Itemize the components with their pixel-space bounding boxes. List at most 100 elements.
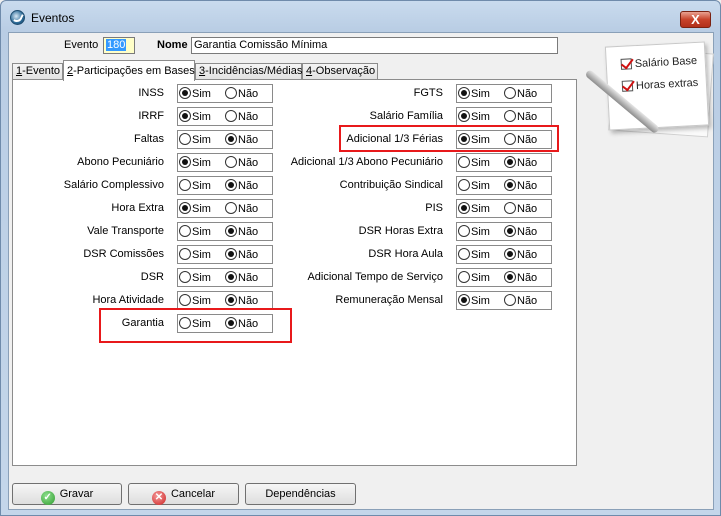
radio-selected-icon: [179, 202, 191, 214]
radio-nao-garantia[interactable]: Não: [225, 317, 258, 331]
radio-sim-faltas[interactable]: Sim: [179, 133, 211, 147]
row-label-remuneracao-mensal: Remuneração Mensal: [335, 294, 443, 306]
radio-unselected-icon: [458, 271, 470, 283]
radio-nao-salario-familia[interactable]: Não: [504, 110, 537, 124]
radio-selected-icon: [458, 110, 470, 122]
radio-sim-dsr[interactable]: Sim: [179, 271, 211, 285]
radio-unselected-icon: [179, 248, 191, 260]
evento-code-field[interactable]: 180: [103, 37, 135, 54]
radio-selected-icon: [225, 294, 237, 306]
radio-unselected-icon: [458, 156, 470, 168]
close-button[interactable]: X: [680, 11, 711, 28]
radio-group-contribuicao-sindical: Sim Não: [456, 176, 552, 195]
notepad-illustration: Salário Base Horas extras: [584, 38, 714, 158]
cancelar-button[interactable]: ✕ Cancelar: [128, 483, 239, 505]
radio-group-dsr-hora-aula: Sim Não: [456, 245, 552, 264]
radio-sim-contribuicao-sindical[interactable]: Sim: [458, 179, 490, 193]
radio-sim-inss[interactable]: Sim: [179, 87, 211, 101]
radio-nao-fgts[interactable]: Não: [504, 87, 537, 101]
radio-unselected-icon: [504, 110, 516, 122]
radio-group-salario-complessivo: Sim Não: [177, 176, 273, 195]
radio-nao-adicional-tempo-de-servico[interactable]: Não: [504, 271, 537, 285]
radio-nao-vale-transporte[interactable]: Não: [225, 225, 258, 239]
radio-nao-hora-atividade[interactable]: Não: [225, 294, 258, 308]
radio-selected-icon: [504, 248, 516, 260]
radio-unselected-icon: [179, 133, 191, 145]
nome-field[interactable]: Garantia Comissão Mínima: [191, 37, 558, 54]
radio-group-pis: Sim Não: [456, 199, 552, 218]
radio-selected-icon: [179, 87, 191, 99]
radio-sim-hora-extra[interactable]: Sim: [179, 202, 211, 216]
radio-unselected-icon: [179, 179, 191, 191]
radio-sim-dsr-hora-aula[interactable]: Sim: [458, 248, 490, 262]
radio-sim-remuneracao-mensal[interactable]: Sim: [458, 294, 490, 308]
radio-unselected-icon: [458, 179, 470, 191]
tab-observacao[interactable]: 4-Observação: [302, 63, 378, 80]
radio-group-salario-familia: Sim Não: [456, 107, 552, 126]
radio-group-adicional-1-3-abono-pecuniario: Sim Não: [456, 153, 552, 172]
tab-evento[interactable]: 1-Evento: [12, 63, 63, 80]
row-label-contribuicao-sindical: Contribuição Sindical: [339, 179, 443, 191]
deco-item-salario: Salário Base: [620, 55, 697, 71]
radio-sim-salario-complessivo[interactable]: Sim: [179, 179, 211, 193]
row-label-adicional-tempo-de-servico: Adicional Tempo de Serviço: [307, 271, 443, 283]
radio-sim-garantia[interactable]: Sim: [179, 317, 211, 331]
radio-nao-abono-pecuniario[interactable]: Não: [225, 156, 258, 170]
radio-sim-abono-pecuniario[interactable]: Sim: [179, 156, 211, 170]
radio-selected-icon: [458, 133, 470, 145]
dependencias-button[interactable]: Dependências: [245, 483, 356, 505]
window-title: Eventos: [31, 11, 75, 25]
radio-nao-dsr-horas-extra[interactable]: Não: [504, 225, 537, 239]
radio-unselected-icon: [504, 87, 516, 99]
radio-sim-dsr-comissoes[interactable]: Sim: [179, 248, 211, 262]
radio-nao-salario-complessivo[interactable]: Não: [225, 179, 258, 193]
nome-label: Nome: [157, 39, 188, 51]
radio-nao-adicional-1-3-ferias[interactable]: Não: [504, 133, 537, 147]
radio-nao-inss[interactable]: Não: [225, 87, 258, 101]
radio-nao-irrf[interactable]: Não: [225, 110, 258, 124]
radio-nao-adicional-1-3-abono-pecuniario[interactable]: Não: [504, 156, 537, 170]
radio-nao-faltas[interactable]: Não: [225, 133, 258, 147]
radio-sim-irrf[interactable]: Sim: [179, 110, 211, 124]
gravar-button[interactable]: ✓ Gravar: [12, 483, 122, 505]
radio-sim-salario-familia[interactable]: Sim: [458, 110, 490, 124]
radio-nao-hora-extra[interactable]: Não: [225, 202, 258, 216]
radio-group-abono-pecuniario: Sim Não: [177, 153, 273, 172]
radio-sim-fgts[interactable]: Sim: [458, 87, 490, 101]
tab-participacoes[interactable]: 2-Participações em Bases: [63, 60, 195, 81]
radio-selected-icon: [225, 317, 237, 329]
radio-group-remuneracao-mensal: Sim Não: [456, 291, 552, 310]
tab-incidencias[interactable]: 3-Incidências/Médias: [195, 63, 302, 80]
checkmark-icon: [620, 58, 633, 70]
radio-unselected-icon: [179, 271, 191, 283]
radio-sim-pis[interactable]: Sim: [458, 202, 490, 216]
radio-sim-vale-transporte[interactable]: Sim: [179, 225, 211, 239]
radio-sim-adicional-tempo-de-servico[interactable]: Sim: [458, 271, 490, 285]
radio-group-faltas: Sim Não: [177, 130, 273, 149]
app-icon: [10, 10, 25, 25]
radio-nao-remuneracao-mensal[interactable]: Não: [504, 294, 537, 308]
radio-group-irrf: Sim Não: [177, 107, 273, 126]
row-label-faltas: Faltas: [134, 133, 164, 145]
radio-nao-contribuicao-sindical[interactable]: Não: [504, 179, 537, 193]
radio-sim-adicional-1-3-ferias[interactable]: Sim: [458, 133, 490, 147]
radio-nao-pis[interactable]: Não: [504, 202, 537, 216]
radio-group-garantia: Sim Não: [177, 314, 273, 333]
radio-nao-dsr[interactable]: Não: [225, 271, 258, 285]
row-label-dsr-hora-aula: DSR Hora Aula: [368, 248, 443, 260]
radio-nao-dsr-hora-aula[interactable]: Não: [504, 248, 537, 262]
radio-sim-adicional-1-3-abono-pecuniario[interactable]: Sim: [458, 156, 490, 170]
radio-nao-dsr-comissoes[interactable]: Não: [225, 248, 258, 262]
radio-selected-icon: [504, 156, 516, 168]
paper-front: Salário Base Horas extras: [604, 41, 710, 131]
radio-group-dsr-comissoes: Sim Não: [177, 245, 273, 264]
radio-sim-dsr-horas-extra[interactable]: Sim: [458, 225, 490, 239]
radio-unselected-icon: [179, 294, 191, 306]
radio-unselected-icon: [179, 225, 191, 237]
radio-selected-icon: [179, 156, 191, 168]
row-label-salario-familia: Salário Família: [369, 110, 443, 122]
row-label-vale-transporte: Vale Transporte: [87, 225, 164, 237]
row-label-salario-complessivo: Salário Complessivo: [63, 179, 164, 191]
radio-group-inss: Sim Não: [177, 84, 273, 103]
radio-sim-hora-atividade[interactable]: Sim: [179, 294, 211, 308]
